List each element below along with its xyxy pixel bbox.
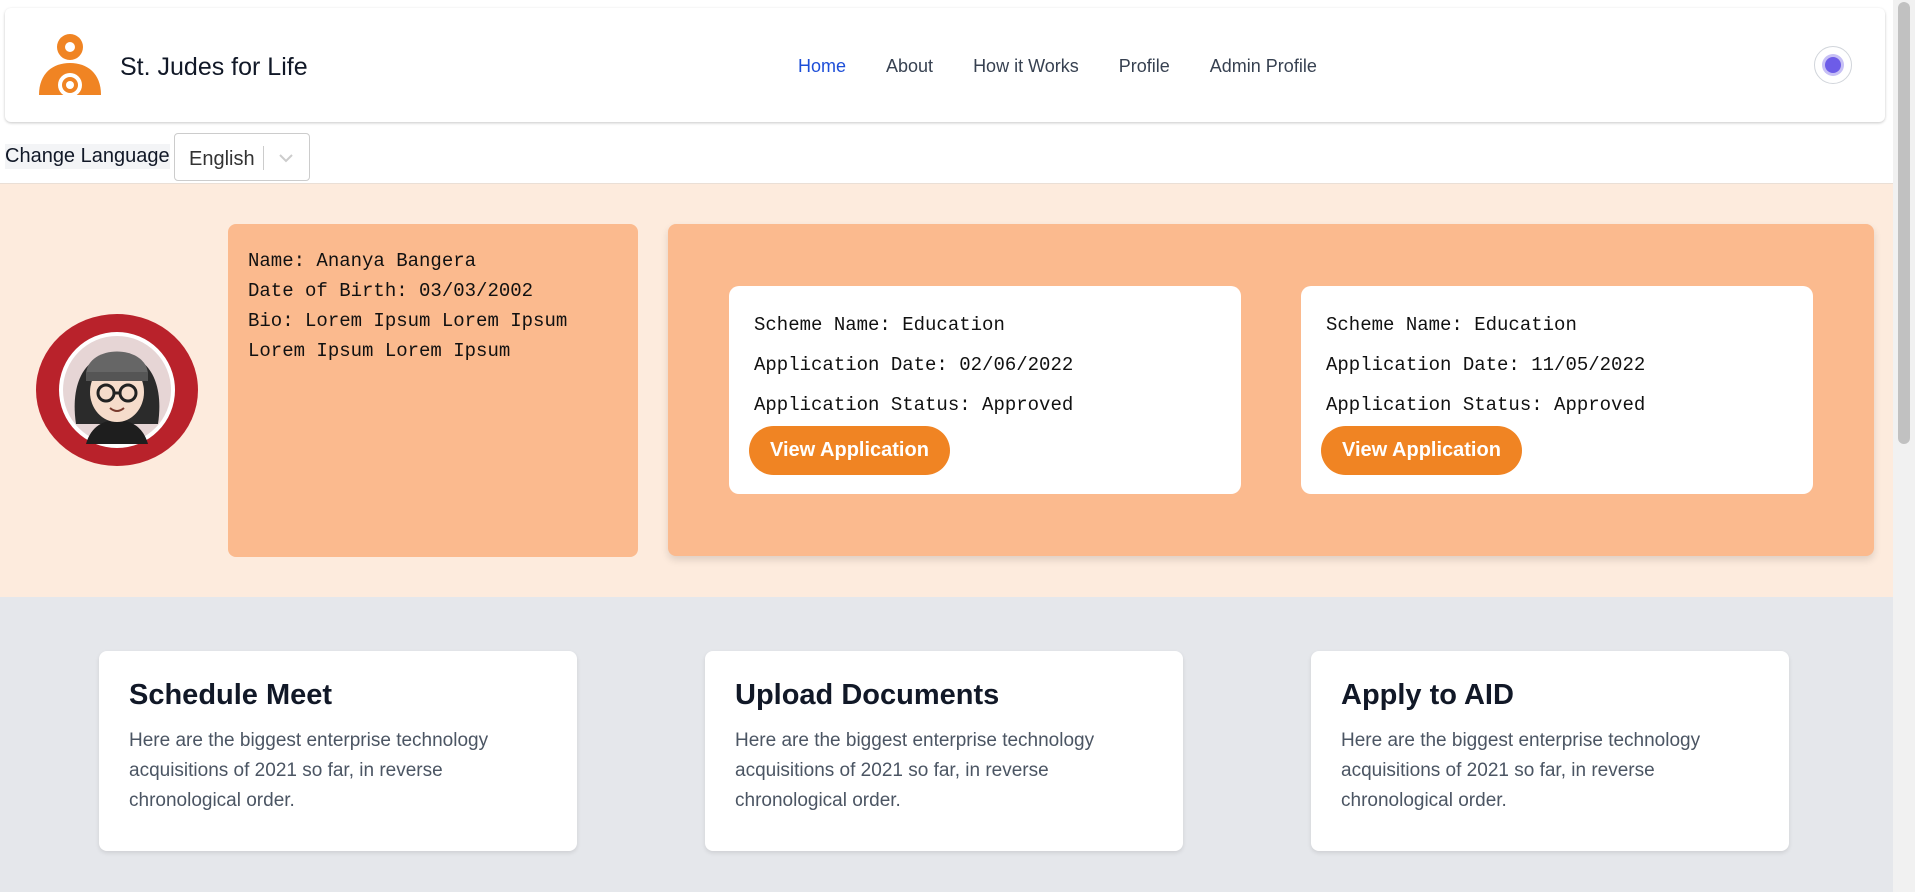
navbar: St. Judes for Life Home About How it Wor… <box>5 8 1885 122</box>
theme-toggle-icon <box>1825 57 1841 73</box>
vertical-scrollbar[interactable] <box>1893 0 1915 892</box>
main-nav: Home About How it Works Profile Admin Pr… <box>798 56 1317 77</box>
brand-name[interactable]: St. Judes for Life <box>120 53 308 82</box>
feature-description: Here are the biggest enterprise technolo… <box>1341 730 1701 811</box>
application-scheme: Scheme Name: Education <box>754 314 1005 336</box>
select-separator <box>263 146 264 170</box>
logo-icon[interactable] <box>37 33 103 103</box>
page: St. Judes for Life Home About How it Wor… <box>0 0 1893 892</box>
nav-admin-profile[interactable]: Admin Profile <box>1210 56 1317 77</box>
nav-about[interactable]: About <box>886 56 933 77</box>
view-application-button[interactable]: View Application <box>749 426 950 475</box>
view-application-button[interactable]: View Application <box>1321 426 1522 475</box>
nav-how-it-works[interactable]: How it Works <box>973 56 1079 77</box>
language-selected-value: English <box>189 148 255 170</box>
feature-card-upload-documents[interactable]: Upload Documents Here are the biggest en… <box>705 651 1183 851</box>
feature-title: Upload Documents <box>735 679 1000 711</box>
feature-description: Here are the biggest enterprise technolo… <box>129 730 489 811</box>
language-select[interactable]: English <box>174 133 310 181</box>
feature-description: Here are the biggest enterprise technolo… <box>735 730 1095 811</box>
scrollbar-thumb[interactable] <box>1898 2 1910 444</box>
application-card: Scheme Name: Education Application Date:… <box>1301 286 1813 494</box>
theme-toggle-button[interactable] <box>1814 46 1852 84</box>
feature-card-schedule-meet[interactable]: Schedule Meet Here are the biggest enter… <box>99 651 577 851</box>
feature-card-apply-to-aid[interactable]: Apply to AID Here are the biggest enterp… <box>1311 651 1789 851</box>
application-date: Application Date: 02/06/2022 <box>754 354 1074 376</box>
feature-title: Apply to AID <box>1341 679 1514 711</box>
application-status: Application Status: Approved <box>754 394 1074 416</box>
nav-profile[interactable]: Profile <box>1119 56 1170 77</box>
applications-panel: Scheme Name: Education Application Date:… <box>668 224 1874 556</box>
profile-bio: Bio: Lorem Ipsum Lorem Ipsum Lorem Ipsum… <box>248 310 579 362</box>
avatar <box>36 314 198 466</box>
profile-info-card: Name: Ananya Bangera Date of Birth: 03/0… <box>228 224 638 557</box>
feature-title: Schedule Meet <box>129 679 333 711</box>
profile-name: Name: Ananya Bangera <box>248 250 477 272</box>
nav-home[interactable]: Home <box>798 56 846 77</box>
application-card: Scheme Name: Education Application Date:… <box>729 286 1241 494</box>
change-language-label: Change Language <box>5 144 170 169</box>
chevron-down-icon[interactable] <box>277 149 295 167</box>
profile-dob: Date of Birth: 03/03/2002 <box>248 280 534 302</box>
application-status: Application Status: Approved <box>1326 394 1646 416</box>
application-date: Application Date: 11/05/2022 <box>1326 354 1646 376</box>
application-scheme: Scheme Name: Education <box>1326 314 1577 336</box>
